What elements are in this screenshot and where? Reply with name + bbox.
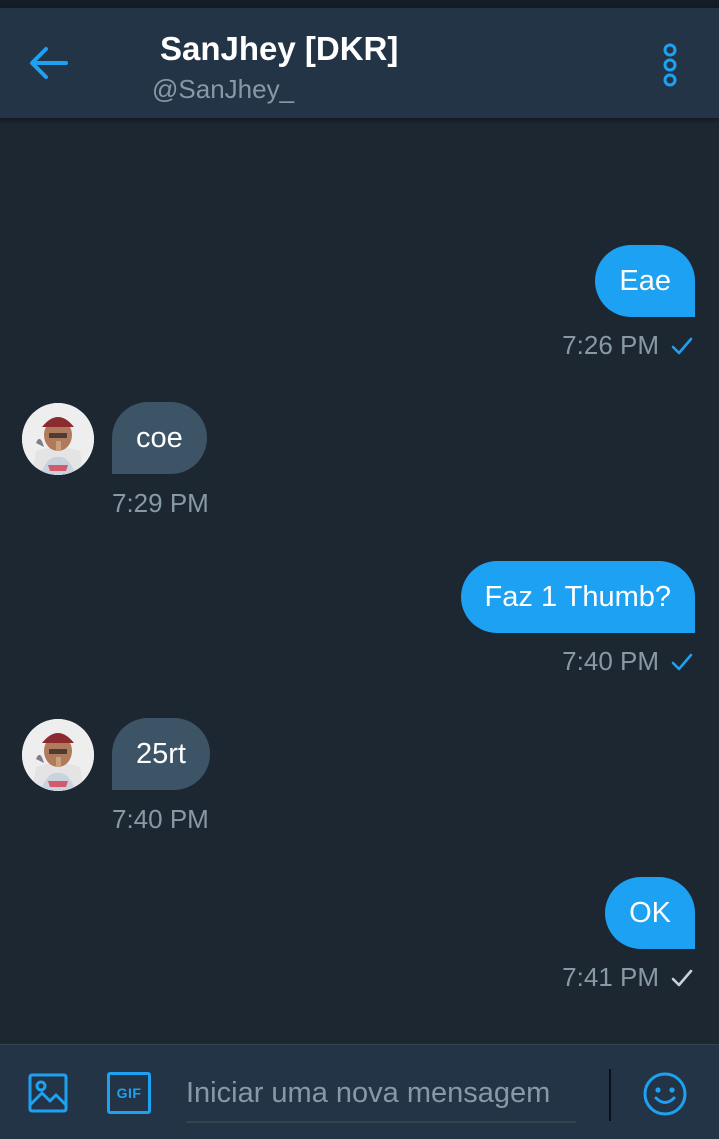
avatar-photo <box>22 719 94 791</box>
message-timestamp: 7:40 PM <box>562 646 659 676</box>
message-text: coe <box>136 421 183 454</box>
message-timestamp: 7:29 PM <box>112 488 209 518</box>
composer-divider <box>609 1069 611 1121</box>
message-composer: GIF <box>0 1044 719 1139</box>
outgoing-message-bubble[interactable]: OK <box>605 877 695 949</box>
add-gif-button[interactable]: GIF <box>106 1070 152 1116</box>
emoji-button[interactable] <box>640 1069 690 1119</box>
conversation-title[interactable]: SanJhey [DKR] <box>160 30 398 68</box>
avatar[interactable] <box>22 719 94 791</box>
outgoing-message-bubble[interactable]: Eae <box>595 245 695 317</box>
arrow-left-icon <box>30 47 68 79</box>
message-text: 25rt <box>136 737 186 770</box>
message-timestamp: 7:26 PM <box>562 330 659 360</box>
avatar-photo <box>22 403 94 475</box>
message-text: OK <box>629 896 671 929</box>
add-image-button[interactable] <box>24 1069 72 1117</box>
sent-check-icon <box>671 969 693 987</box>
read-check-icon <box>671 337 693 355</box>
more-vertical-icon <box>663 43 677 87</box>
status-bar-strip <box>0 0 719 8</box>
message-timestamp: 7:41 PM <box>562 962 659 992</box>
message-text: Faz 1 Thumb? <box>484 580 671 613</box>
read-check-icon <box>671 653 693 671</box>
incoming-message-bubble[interactable]: coe <box>112 402 207 474</box>
message-input[interactable] <box>186 1065 576 1123</box>
outgoing-message-bubble[interactable]: Faz 1 Thumb? <box>460 561 695 633</box>
back-button[interactable] <box>20 38 76 88</box>
avatar[interactable] <box>22 403 94 475</box>
conversation-handle: @SanJhey_ <box>152 74 295 104</box>
incoming-message-bubble[interactable]: 25rt <box>112 718 210 790</box>
more-options-button[interactable] <box>650 40 690 90</box>
conversation-header: SanJhey [DKR] @SanJhey_ <box>0 8 719 118</box>
image-icon <box>28 1073 68 1113</box>
gif-icon: GIF <box>107 1072 151 1114</box>
gif-label: GIF <box>116 1085 142 1101</box>
message-timestamp: 7:40 PM <box>112 804 209 834</box>
emoji-icon <box>643 1072 687 1116</box>
message-text: Eae <box>619 264 671 297</box>
